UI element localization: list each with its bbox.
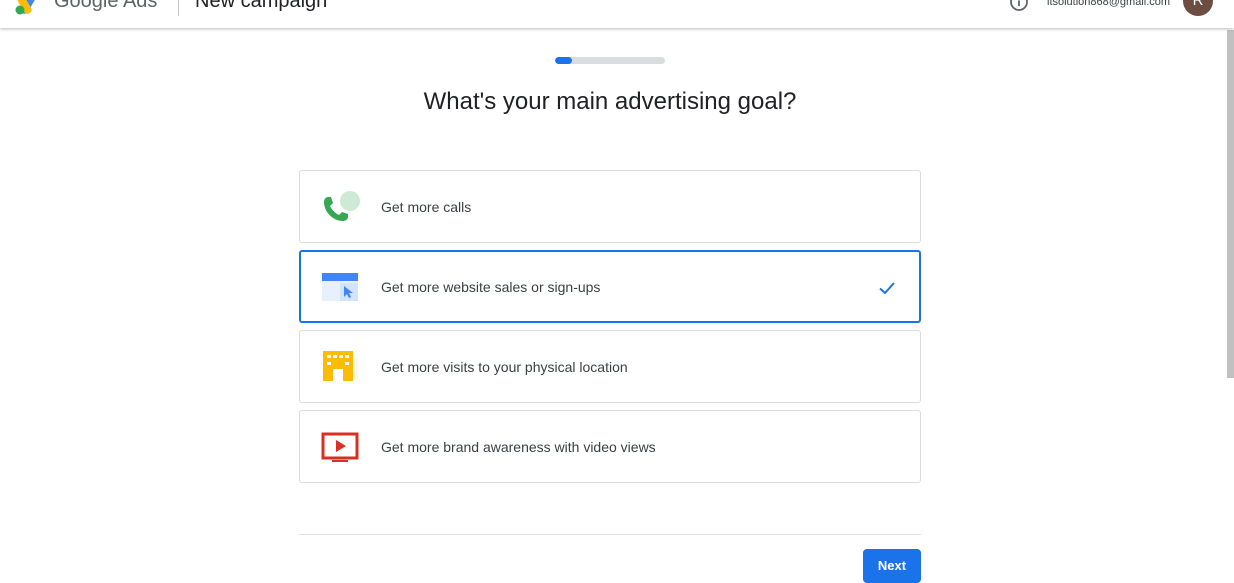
storefront-icon [323,351,358,381]
goal-options-list: Get more calls Get more website sales or… [299,170,921,490]
brand-divider [178,0,179,16]
help-circle-icon[interactable] [1009,0,1029,12]
phone-call-icon [324,191,360,221]
page-title: New campaign [195,0,328,12]
setup-progress-bar [555,57,665,64]
video-play-icon [321,432,359,462]
page-heading: What's your main advertising goal? [423,88,797,115]
check-icon [879,282,895,295]
brand-name[interactable]: Google Ads [54,0,157,13]
goal-option-calls[interactable]: Get more calls [299,170,921,243]
setup-progress-fill [555,57,572,64]
next-button[interactable]: Next [863,549,921,583]
website-click-icon [322,273,358,301]
top-app-bar: Google Ads New campaign itsolution868@gm… [0,0,1234,28]
goal-option-label: Get more calls [381,199,472,215]
goal-option-store-visits[interactable]: Get more visits to your physical locatio… [299,330,921,403]
avatar[interactable]: R [1183,0,1213,16]
footer-divider [299,534,921,535]
account-email[interactable]: itsolution868@gmail.com [1047,0,1170,9]
goal-option-label: Get more website sales or sign-ups [381,279,601,295]
google-ads-logo-icon[interactable] [14,0,44,15]
goal-option-video-views[interactable]: Get more brand awareness with video view… [299,410,921,483]
goal-option-label: Get more brand awareness with video view… [381,439,656,455]
goal-option-website-sales[interactable]: Get more website sales or sign-ups [299,250,921,323]
goal-option-label: Get more visits to your physical locatio… [381,359,628,375]
page-scrollbar[interactable] [1227,30,1234,378]
